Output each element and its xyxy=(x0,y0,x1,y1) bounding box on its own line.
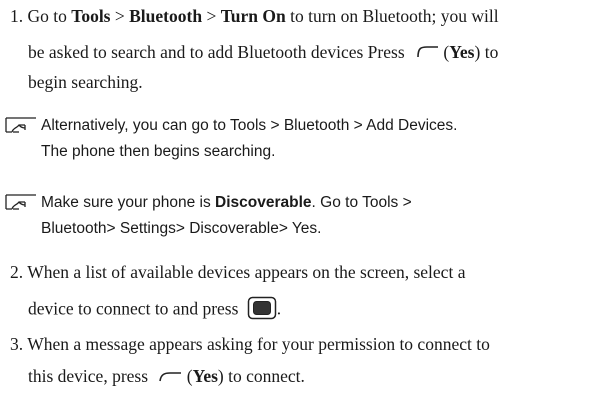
step-1-number: 1. xyxy=(10,6,24,26)
note-2-line-1: Make sure your phone is Discoverable. Go… xyxy=(41,194,412,212)
step-2-text: When a list of available devices appears… xyxy=(27,262,466,282)
separator: > xyxy=(114,6,125,26)
note-1-text: The phone then begins searching. xyxy=(41,143,276,160)
step-2-line-1: 2. When a list of available devices appe… xyxy=(10,262,465,283)
menu-tools: Tools xyxy=(71,6,111,26)
step-3-line-2: this device, press (Yes) to connect. xyxy=(28,366,305,388)
yes-label: Yes xyxy=(192,366,218,386)
step-1-text: Go to xyxy=(27,6,67,26)
step-1-line-2: be asked to search and to add Bluetooth … xyxy=(28,42,498,64)
note-1-line-2: The phone then begins searching. xyxy=(41,143,275,161)
step-3-line-1: 3. When a message appears asking for you… xyxy=(10,334,490,355)
left-softkey-icon xyxy=(417,43,439,64)
step-1-line-3: begin searching. xyxy=(28,72,143,93)
step-3-number: 3. xyxy=(10,334,24,354)
step-3-text: When a message appears asking for your p… xyxy=(27,334,490,354)
note-hand-icon xyxy=(3,193,37,216)
note-2-line-2: Bluetooth> Settings> Discoverable> Yes. xyxy=(41,220,321,238)
step-1-text: ) to xyxy=(474,42,499,62)
step-2-text: . xyxy=(276,298,282,319)
step-1-text: be asked to search and to add Bluetooth … xyxy=(28,42,405,62)
left-softkey-icon xyxy=(158,367,182,388)
note-2-text: . Go to Tools > xyxy=(311,194,412,211)
note-1-line-1: Alternatively, you can go to Tools > Blu… xyxy=(41,117,457,135)
note-1-text: Alternatively, you can go to Tools > Blu… xyxy=(41,117,458,134)
step-1-text: begin searching. xyxy=(28,72,143,92)
note-2-text: Bluetooth> Settings> Discoverable> Yes. xyxy=(41,220,322,237)
note-2-text: Make sure your phone is xyxy=(41,194,211,211)
step-3-text: ) to connect. xyxy=(217,366,305,386)
note-hand-icon xyxy=(3,116,37,139)
discoverable-label: Discoverable xyxy=(215,194,312,211)
step-2-number: 2. xyxy=(10,262,24,282)
step-2-line-2: device to connect to and press . xyxy=(28,296,281,325)
separator: > xyxy=(206,6,217,26)
step-3-text: this device, press xyxy=(28,366,149,386)
menu-turn-on: Turn On xyxy=(220,6,286,26)
step-1-text: to turn on Bluetooth; you will xyxy=(290,6,499,26)
menu-bluetooth: Bluetooth xyxy=(129,6,203,26)
step-2-text: device to connect to and press xyxy=(28,298,239,319)
center-key-icon xyxy=(247,296,277,325)
yes-label: Yes xyxy=(449,42,475,62)
step-1-line-1: 1. Go to Tools > Bluetooth > Turn On to … xyxy=(10,6,499,27)
